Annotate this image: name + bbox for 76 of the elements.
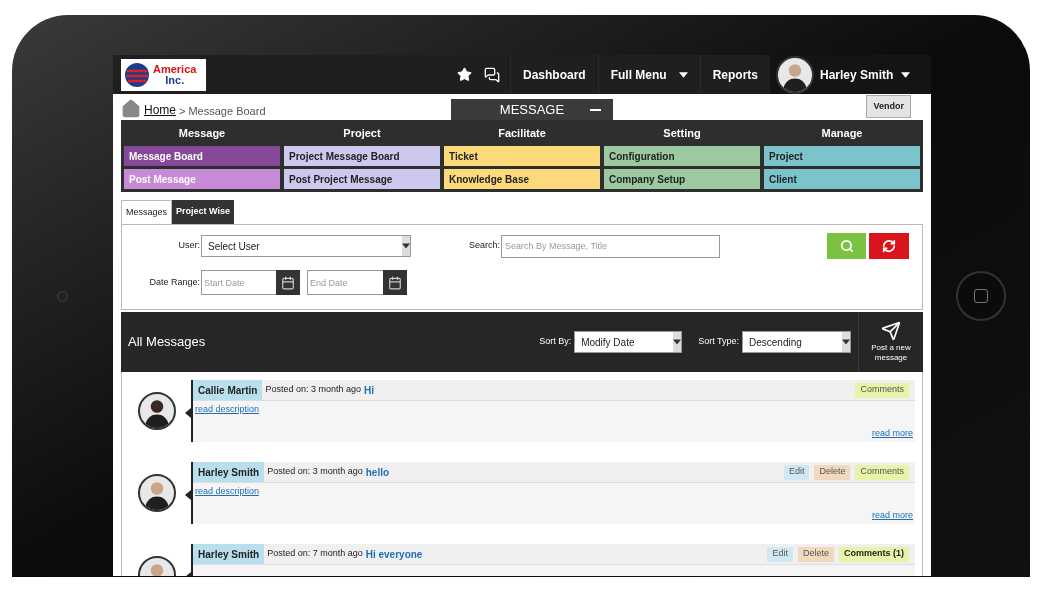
refresh-button[interactable]: [869, 233, 909, 259]
user-menu[interactable]: Harley Smith: [770, 55, 931, 94]
author-tag: Callie Martin: [193, 380, 263, 400]
sort-type-select[interactable]: Descending: [742, 331, 851, 353]
refresh-icon: [882, 239, 896, 253]
menu-item[interactable]: Knowledge Base: [444, 169, 600, 189]
edit-button[interactable]: Edit: [767, 546, 793, 562]
read-more-link[interactable]: read more: [871, 426, 913, 440]
vendor-button[interactable]: Vendor: [866, 95, 911, 118]
caret-icon: [901, 71, 911, 78]
field-label: User:: [177, 239, 201, 253]
menu-heading: Message: [177, 125, 227, 141]
search-field[interactable]: Search By Message, Title: [501, 234, 720, 258]
calendar-icon[interactable]: [388, 275, 402, 290]
delete-button[interactable]: Delete: [814, 464, 851, 480]
start-date-field[interactable]: Start Date: [201, 270, 276, 295]
calendar-icon[interactable]: [281, 275, 295, 290]
menu-item[interactable]: Configuration: [604, 146, 760, 166]
field-label: Sort By:: [539, 335, 572, 349]
posted-date: Posted on: 3 month ago: [265, 383, 362, 397]
avatar: [137, 392, 176, 430]
breadcrumb-link[interactable]: Home: [144, 101, 176, 119]
sort-by-select[interactable]: Modify Date: [574, 331, 683, 353]
tab[interactable]: Messages: [121, 200, 173, 224]
home-icon: [121, 99, 141, 119]
logo: America Inc.: [121, 58, 206, 91]
menu-item[interactable]: Client: [764, 169, 920, 189]
menu-item[interactable]: Ticket: [444, 146, 600, 166]
breadcrumb-separator: >: [179, 103, 186, 119]
avatar: [137, 474, 176, 512]
star-icon[interactable]: [456, 67, 472, 82]
menu-heading: Manage: [820, 125, 864, 141]
read-more-link[interactable]: read more: [871, 508, 913, 522]
chat-icon[interactable]: [483, 66, 500, 83]
field-label: Date Range:: [148, 275, 201, 289]
comments-button[interactable]: Comments (1): [839, 546, 909, 562]
dropdown-arrow-icon: [842, 339, 850, 345]
panel-tab[interactable]: MESSAGE: [451, 99, 613, 120]
menu-heading: Project: [342, 125, 382, 141]
tab[interactable]: Project Wise: [172, 200, 234, 224]
comments-button[interactable]: Comments: [855, 464, 909, 480]
menu-item[interactable]: Project Message Board: [284, 146, 440, 166]
menu-item[interactable]: Message Board: [124, 146, 280, 166]
menu-item[interactable]: Project: [764, 146, 920, 166]
author-tag: Harley Smith: [193, 462, 265, 482]
end-date-field[interactable]: End Date: [307, 270, 383, 295]
breadcrumb-current: Message Board: [188, 103, 266, 119]
comments-button[interactable]: Comments: [855, 382, 909, 398]
field-label: Search:: [467, 239, 501, 253]
post-new-message-button[interactable]: Post a new message: [858, 312, 923, 372]
paper-plane-icon: [881, 321, 901, 341]
message-title: Hi: [364, 383, 375, 398]
list-title: All Messages: [128, 333, 206, 352]
posted-date: Posted on: 3 month ago: [267, 465, 363, 479]
delete-button[interactable]: Delete: [797, 546, 834, 562]
nav-dropdown[interactable]: Full Menu: [597, 55, 700, 94]
message-title: hello: [365, 465, 390, 480]
menu-item[interactable]: Post Project Message: [284, 169, 440, 189]
edit-button[interactable]: Edit: [783, 464, 810, 480]
menu-heading: Facilitate: [497, 125, 547, 141]
dropdown-arrow-icon: [402, 243, 410, 249]
posted-date: Posted on: 7 month ago: [267, 547, 363, 561]
menu-item[interactable]: Company Setup: [604, 169, 760, 189]
field-label: Sort Type:: [698, 335, 739, 349]
camera-icon: [57, 290, 68, 302]
dropdown-arrow-icon: [673, 339, 682, 345]
nav-link[interactable]: Dashboard: [509, 55, 598, 94]
read-description-link[interactable]: read description: [195, 403, 260, 417]
search-icon: [839, 239, 854, 253]
menu-heading: Setting: [662, 125, 702, 141]
message-title: Hi everyone: [365, 547, 423, 562]
read-description-link[interactable]: read description: [195, 485, 260, 499]
user-select[interactable]: Select User: [201, 235, 411, 257]
author-tag: Harley Smith: [193, 544, 265, 564]
caret-icon: [678, 71, 688, 78]
avatar: [776, 55, 814, 94]
